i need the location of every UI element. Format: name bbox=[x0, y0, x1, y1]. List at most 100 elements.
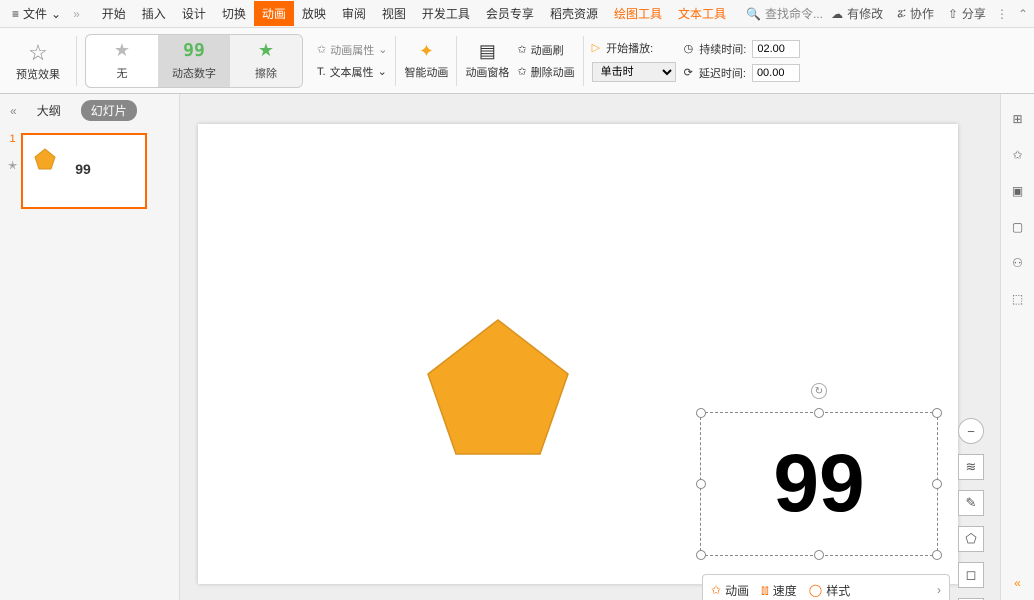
star-icon: ★ bbox=[258, 40, 274, 61]
edit-tool[interactable]: ✎ bbox=[958, 490, 984, 516]
pentagon-shape[interactable] bbox=[426, 318, 570, 458]
start-play-label: 开始播放: bbox=[606, 40, 653, 56]
delay-label: 延迟时间: bbox=[699, 65, 746, 81]
tab-transition[interactable]: 切换 bbox=[214, 1, 254, 26]
collapse-ribbon-icon[interactable]: ⌃ bbox=[1018, 7, 1028, 21]
divider bbox=[395, 36, 396, 86]
text-property-button[interactable]: T.文本属性⌄ bbox=[317, 64, 387, 80]
search-icon: 🔍 bbox=[746, 7, 761, 21]
resize-handle-tl[interactable] bbox=[696, 408, 706, 418]
slides-tab[interactable]: 幻灯片 bbox=[81, 100, 137, 121]
preview-label: 预览效果 bbox=[16, 66, 60, 82]
delete-anim-button[interactable]: ✩删除动画 bbox=[517, 64, 574, 80]
rail-collapse-icon[interactable]: « bbox=[1014, 576, 1021, 590]
resize-handle-tr[interactable] bbox=[932, 408, 942, 418]
canvas-area: ↻ 99 ✩动画 ⫾⫾速度 ◯样式 › − ≋ ✎ ⬠ ◻ 💡 A≡ bbox=[180, 94, 1000, 600]
preview-star-icon: ☆ bbox=[28, 40, 48, 66]
sparkle-icon: ✦ bbox=[419, 41, 434, 62]
rail-shape-icon[interactable]: ▢ bbox=[1009, 218, 1027, 236]
gallery-item-wipe[interactable]: ★ 擦除 bbox=[230, 35, 302, 87]
tab-resources[interactable]: 稻壳资源 bbox=[542, 1, 606, 26]
divider bbox=[583, 36, 584, 86]
object-side-tools: − ≋ ✎ ⬠ ◻ 💡 A≡ bbox=[958, 418, 984, 600]
thumb-text: 99 bbox=[75, 161, 91, 177]
rail-cube-icon[interactable]: ⬚ bbox=[1009, 290, 1027, 308]
chevron-down-icon: ⌄ bbox=[51, 7, 61, 21]
outline-tab[interactable]: 大纲 bbox=[27, 100, 71, 121]
pane-icon: ▤ bbox=[479, 41, 496, 62]
anim-pane-button[interactable]: ▤ 动画窗格 bbox=[465, 41, 509, 80]
tab-review[interactable]: 审阅 bbox=[334, 1, 374, 26]
resize-handle-tm[interactable] bbox=[814, 408, 824, 418]
duration-label: 持续时间: bbox=[699, 41, 746, 57]
search-placeholder: 查找命令... bbox=[765, 5, 823, 22]
pentagon-icon bbox=[33, 147, 57, 171]
file-menu-label: 文件 bbox=[23, 5, 47, 22]
tab-member[interactable]: 会员专享 bbox=[478, 1, 542, 26]
collab-button[interactable]: ፚ协作 bbox=[897, 5, 934, 22]
has-changes[interactable]: ☁有修改 bbox=[831, 5, 883, 22]
resize-handle-bm[interactable] bbox=[814, 550, 824, 560]
star-icon: ★ bbox=[114, 40, 130, 61]
brush-icon: ✩ bbox=[517, 43, 526, 56]
smart-anim-button[interactable]: ✦ 智能动画 bbox=[404, 41, 448, 80]
textbox-selected[interactable]: ↻ 99 bbox=[700, 412, 938, 556]
star-icon: ✩ bbox=[711, 583, 721, 597]
tab-draw-tools[interactable]: 绘图工具 bbox=[606, 1, 670, 26]
number-icon: 99 bbox=[183, 40, 205, 61]
rail-star-icon[interactable]: ✩ bbox=[1009, 146, 1027, 164]
float-anim-button[interactable]: ✩动画 bbox=[711, 582, 749, 599]
rail-slides-icon[interactable]: ▣ bbox=[1009, 182, 1027, 200]
shape-tool[interactable]: ⬠ bbox=[958, 526, 984, 552]
tab-design[interactable]: 设计 bbox=[174, 1, 214, 26]
textbox-value[interactable]: 99 bbox=[773, 443, 864, 525]
thumb-anim-icon: ✭ bbox=[8, 159, 17, 172]
slides-panel: « 大纲 幻灯片 1 ✭ 99 bbox=[0, 94, 180, 600]
ribbon-tabs: 开始 插入 设计 切换 动画 放映 审阅 视图 开发工具 会员专享 稻壳资源 绘… bbox=[94, 1, 734, 26]
star-outline-icon: ✩ bbox=[317, 43, 326, 56]
panel-back-icon[interactable]: « bbox=[10, 104, 17, 118]
cloud-icon: ☁ bbox=[831, 7, 843, 21]
float-more-icon[interactable]: › bbox=[937, 583, 941, 597]
rotate-handle[interactable]: ↻ bbox=[811, 383, 827, 399]
file-menu[interactable]: ≡ 文件 ⌄ bbox=[6, 3, 67, 24]
float-style-button[interactable]: ◯样式 bbox=[809, 582, 850, 599]
rail-icon-1[interactable]: ⊞ bbox=[1009, 110, 1027, 128]
chevron-down-icon: ⌄ bbox=[378, 65, 387, 78]
slide-thumbnail-1[interactable]: 99 bbox=[21, 133, 147, 209]
layers-tool[interactable]: ≋ bbox=[958, 454, 984, 480]
right-rail: ⊞ ✩ ▣ ▢ ⚇ ⬚ « bbox=[1000, 94, 1034, 600]
rail-person-icon[interactable]: ⚇ bbox=[1009, 254, 1027, 272]
trigger-select[interactable]: 单击时 bbox=[592, 62, 676, 82]
tab-start[interactable]: 开始 bbox=[94, 1, 134, 26]
delay-input[interactable] bbox=[752, 64, 800, 82]
collapse-tools-icon[interactable]: − bbox=[958, 418, 984, 444]
float-speed-button[interactable]: ⫾⫾速度 bbox=[761, 582, 797, 599]
share-button[interactable]: ⇧分享 bbox=[948, 5, 986, 22]
command-search[interactable]: 🔍 查找命令... bbox=[746, 5, 823, 22]
resize-handle-bl[interactable] bbox=[696, 550, 706, 560]
gallery-item-none[interactable]: ★ 无 bbox=[86, 35, 158, 87]
anim-brush-button[interactable]: ✩动画刷 bbox=[517, 42, 574, 58]
tab-dev[interactable]: 开发工具 bbox=[414, 1, 478, 26]
resize-handle-br[interactable] bbox=[932, 550, 942, 560]
text-icon: T. bbox=[317, 66, 326, 78]
preview-group[interactable]: ☆ 预览效果 bbox=[8, 28, 68, 93]
delay-icon: ⟳ bbox=[684, 66, 693, 79]
gallery-item-dynamic-number[interactable]: 99 动态数字 bbox=[158, 35, 230, 87]
more-menu-icon[interactable]: ⋮ bbox=[996, 7, 1008, 21]
more-arrow-icon[interactable]: » bbox=[73, 7, 80, 21]
tab-view[interactable]: 视图 bbox=[374, 1, 414, 26]
tab-slideshow[interactable]: 放映 bbox=[294, 1, 334, 26]
tab-text-tools[interactable]: 文本工具 bbox=[670, 1, 734, 26]
animation-gallery: ★ 无 99 动态数字 ★ 擦除 bbox=[85, 34, 303, 88]
tab-animation[interactable]: 动画 bbox=[254, 1, 294, 26]
resize-handle-lm[interactable] bbox=[696, 479, 706, 489]
tab-insert[interactable]: 插入 bbox=[134, 1, 174, 26]
menu-icon: ≡ bbox=[12, 7, 19, 21]
chevron-down-icon: ⌄ bbox=[378, 43, 387, 56]
anim-property-button[interactable]: ✩动画属性⌄ bbox=[317, 42, 387, 58]
crop-tool[interactable]: ◻ bbox=[958, 562, 984, 588]
resize-handle-rm[interactable] bbox=[932, 479, 942, 489]
duration-input[interactable] bbox=[752, 40, 800, 58]
